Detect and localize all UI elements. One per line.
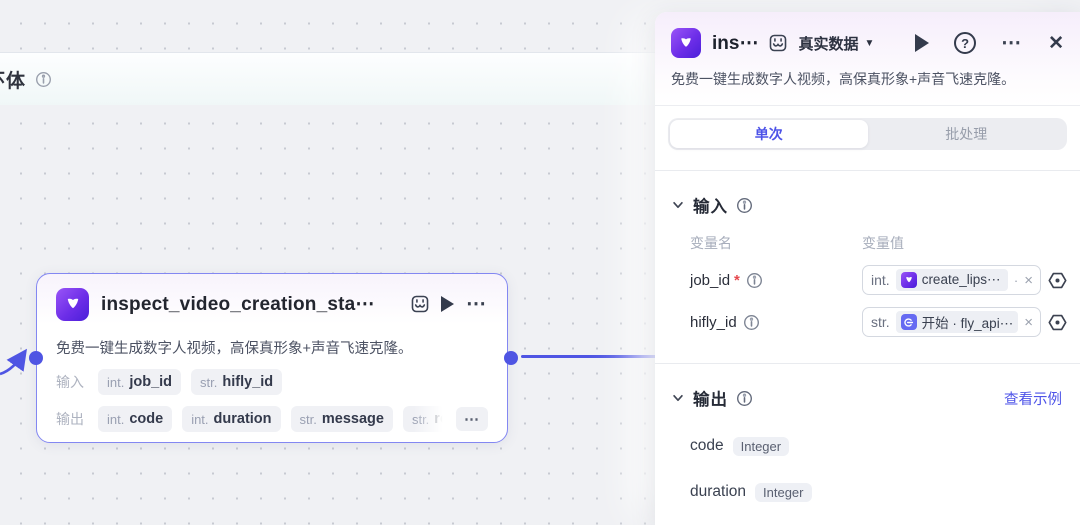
caret-down-icon: ▼	[864, 37, 875, 49]
tab-batch[interactable]: 批处理	[868, 120, 1066, 148]
input-tag-hifly-id: str. hifly_id	[191, 369, 283, 395]
panel-description: 免费一键生成数字人视频，高保真形象+声音飞速克隆。	[671, 71, 1016, 87]
node-output-row: 输出 int. code int. duration str. message …	[56, 406, 488, 432]
start-node-icon	[900, 314, 917, 330]
col-variable-name: 变量名	[690, 235, 732, 251]
output-tags-more-icon[interactable]: ⋯	[456, 407, 488, 431]
clear-value-icon[interactable]: ×	[1024, 314, 1033, 331]
col-variable-value: 变量值	[862, 235, 904, 251]
plugin-store-icon[interactable]	[769, 34, 787, 52]
panel-more-icon[interactable]: ⋯	[1001, 33, 1023, 53]
help-icon[interactable]: ?	[954, 32, 977, 54]
hifly-plugin-icon	[56, 287, 89, 321]
node-title: inspect_video_creation_sta⋯	[101, 293, 375, 315]
output-tag-message: str. message	[290, 406, 393, 432]
view-example-link[interactable]: 查看示例	[1004, 388, 1064, 409]
variable-row-job-id: job_id * int. create_lips⋯ · ×	[690, 265, 1068, 295]
output-tag-req-truncated: str. req	[402, 406, 446, 432]
run-node-icon[interactable]	[441, 296, 454, 312]
reference-chip[interactable]: create_lips⋯	[895, 269, 1008, 291]
info-icon	[737, 390, 752, 406]
type-badge: Integer	[732, 436, 790, 456]
divider	[655, 170, 1080, 171]
variable-name: hifly_id	[690, 313, 737, 331]
info-icon	[737, 197, 752, 213]
tab-single[interactable]: 单次	[670, 120, 868, 148]
input-tag-job-id: int. job_id	[98, 369, 182, 395]
chevron-down-icon	[673, 394, 683, 402]
info-icon	[746, 272, 762, 288]
node-input-port[interactable]	[29, 351, 43, 365]
panel-title: ins⋯	[712, 32, 759, 54]
node-output-port[interactable]	[504, 351, 518, 365]
output-row-duration: duration Integer	[690, 482, 1064, 502]
output-row-code: code Integer	[690, 436, 1064, 456]
run-mode-tabs: 单次 批处理	[668, 118, 1067, 150]
node-input-row: 输入 int. job_id str. hifly_id	[56, 369, 488, 395]
value-input-hifly-id[interactable]: str. 开始 · fly_api⋯ ×	[862, 307, 1041, 337]
output-tag-code: int. code	[98, 406, 173, 432]
panel-header: ins⋯ 真实数据 ▼ ? ⋯ ✕ 免费一键生成数字人视频，高保真形象+声音飞速…	[655, 12, 1080, 106]
node-detail-panel: ins⋯ 真实数据 ▼ ? ⋯ ✕ 免费一键生成数字人视频，高保真形象+声音飞速…	[655, 12, 1080, 525]
reference-chip[interactable]: 开始 · fly_api⋯	[895, 311, 1019, 333]
info-icon	[743, 314, 759, 330]
hifly-plugin-icon	[671, 28, 701, 58]
close-icon[interactable]: ✕	[1048, 34, 1064, 53]
chevron-down-icon	[673, 201, 683, 209]
hifly-plugin-icon	[900, 272, 917, 288]
node-description: 免费一键生成数字人视频，高保真形象+声音飞速克隆。	[56, 341, 413, 357]
variable-row-hifly-id: hifly_id str. 开始 · fly_api⋯ ×	[690, 307, 1068, 337]
node-card-inspect-video[interactable]: inspect_video_creation_sta⋯ ⋯ 免费一键生成数字人视…	[36, 273, 508, 443]
divider	[655, 363, 1080, 364]
run-test-icon[interactable]	[915, 34, 930, 52]
required-mark: *	[734, 271, 740, 289]
node-header: inspect_video_creation_sta⋯ ⋯	[56, 287, 488, 321]
value-input-job-id[interactable]: int. create_lips⋯ · ×	[862, 265, 1041, 295]
loop-label-text: 环体	[0, 70, 27, 92]
node-input-label: 输入	[56, 374, 84, 390]
variable-name: job_id	[690, 271, 731, 289]
variable-column-headers: 变量名 变量值	[690, 233, 1064, 253]
node-more-icon[interactable]: ⋯	[466, 294, 488, 314]
expression-settings-icon[interactable]	[1047, 270, 1068, 291]
separator-dot: ·	[1013, 272, 1019, 288]
output-tag-duration: int. duration	[182, 406, 281, 432]
input-section-header[interactable]: 输入	[671, 193, 1064, 217]
expression-settings-icon[interactable]	[1047, 312, 1068, 333]
loop-label: 环体	[0, 66, 52, 93]
outgoing-edge	[521, 355, 673, 359]
plugin-store-icon[interactable]	[411, 295, 429, 313]
info-icon	[36, 71, 52, 87]
clear-value-icon[interactable]: ×	[1024, 272, 1033, 289]
output-section-header[interactable]: 输出 查看示例	[671, 386, 1064, 410]
node-output-label: 输出	[56, 411, 84, 427]
type-badge: Integer	[755, 482, 812, 502]
data-mode-dropdown[interactable]: 真实数据 ▼	[798, 33, 874, 54]
